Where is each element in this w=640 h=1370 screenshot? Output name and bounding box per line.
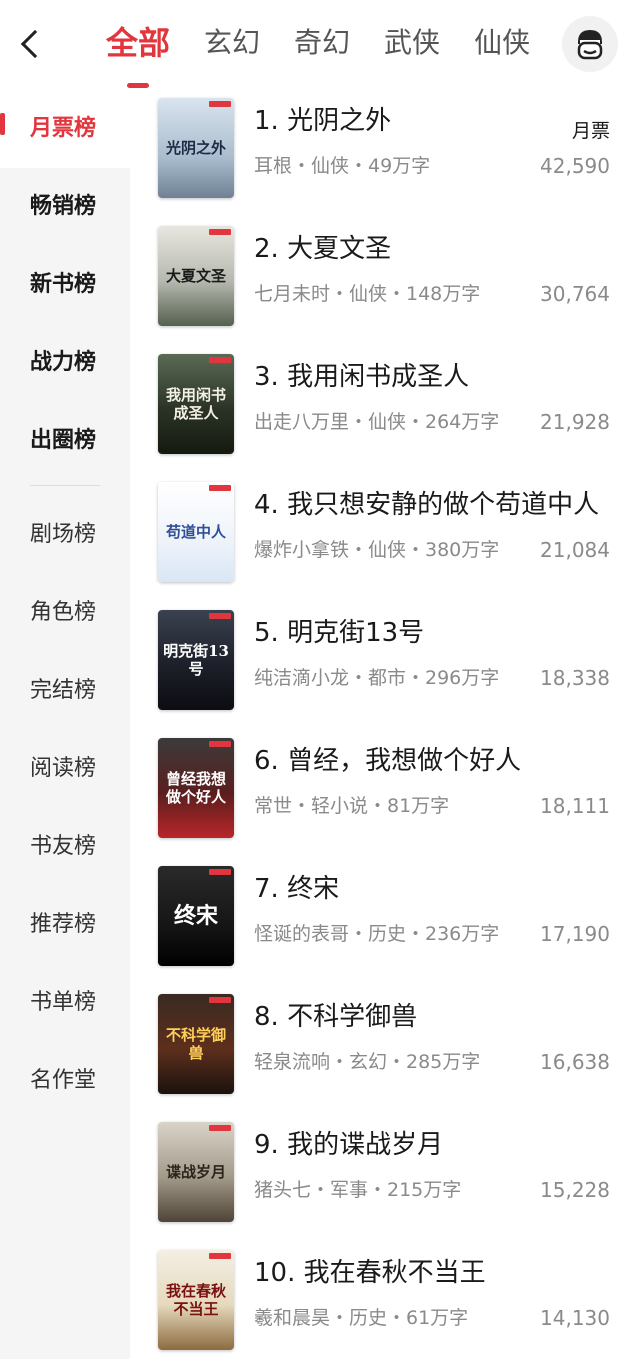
ticket-column-label: 月票 <box>571 120 610 142</box>
sidebar-item-power[interactable]: 战力榜 <box>0 324 130 402</box>
ticket-count: 21,928 <box>540 410 610 434</box>
ranking-sidebar: 月票榜 畅销榜 新书榜 战力榜 出圈榜 剧场榜 角色榜 完结榜 阅读榜 书友榜 … <box>0 90 130 1359</box>
book-row[interactable]: 我在春秋不当王 10. 我在春秋不当王 羲和晨昊・历史・61万字 14,130 <box>130 1242 640 1370</box>
book-title: 8. 不科学御兽 <box>254 1002 418 1032</box>
tab-wuxia[interactable]: 武侠 <box>384 18 440 78</box>
sidebar-item-breakout[interactable]: 出圈榜 <box>0 402 130 480</box>
cartoon-face-icon <box>577 30 603 60</box>
book-cover: 苟道中人 <box>158 482 234 582</box>
book-title: 7. 终宋 <box>254 874 340 904</box>
sidebar-divider <box>30 485 100 486</box>
book-row[interactable]: 苟道中人 4. 我只想安静的做个苟道中人 爆炸小拿铁・仙侠・380万字 21,0… <box>130 474 640 602</box>
book-meta: 耳根・仙侠・49万字 <box>254 155 431 177</box>
ticket-count: 17,190 <box>540 922 610 946</box>
sidebar-item-theater[interactable]: 剧场榜 <box>0 496 130 574</box>
back-icon[interactable] <box>14 24 50 64</box>
ticket-count: 30,764 <box>540 282 610 306</box>
book-title: 2. 大夏文圣 <box>254 234 392 264</box>
book-meta: 常世・轻小说・81万字 <box>254 795 450 817</box>
sidebar-item-reading[interactable]: 阅读榜 <box>0 730 130 808</box>
ticket-count: 21,084 <box>540 538 610 562</box>
user-avatar-icon[interactable] <box>562 16 618 72</box>
sidebar-item-book-friends[interactable]: 书友榜 <box>0 808 130 886</box>
top-navigation-bar: 全部 玄幻 奇幻 武侠 仙侠 <box>0 0 640 90</box>
book-meta: 轻泉流响・玄幻・285万字 <box>254 1051 481 1073</box>
category-tabs: 全部 玄幻 奇幻 武侠 仙侠 <box>100 18 564 88</box>
book-ranking-list: 光阴之外 1. 光阴之外 月票 耳根・仙侠・49万字 42,590 大夏文圣 2… <box>130 90 640 1359</box>
book-cover: 光阴之外 <box>158 98 234 198</box>
book-cover: 曾经我想做个好人 <box>158 738 234 838</box>
sidebar-item-completed[interactable]: 完结榜 <box>0 652 130 730</box>
book-title: 10. 我在春秋不当王 <box>254 1258 486 1288</box>
book-meta: 羲和晨昊・历史・61万字 <box>254 1307 469 1329</box>
book-title: 9. 我的谍战岁月 <box>254 1130 444 1160</box>
book-cover: 不科学御兽 <box>158 994 234 1094</box>
tab-xuanhuan[interactable]: 玄幻 <box>204 18 260 78</box>
book-cover: 大夏文圣 <box>158 226 234 326</box>
sidebar-item-characters[interactable]: 角色榜 <box>0 574 130 652</box>
book-row[interactable]: 终宋 7. 终宋 怪诞的表哥・历史・236万字 17,190 <box>130 858 640 986</box>
book-title: 1. 光阴之外 <box>254 106 392 136</box>
book-meta: 纯洁滴小龙・都市・296万字 <box>254 667 500 689</box>
sidebar-item-hall-of-fame[interactable]: 名作堂 <box>0 1042 130 1120</box>
book-row[interactable]: 明克街13号 5. 明克街13号 纯洁滴小龙・都市・296万字 18,338 <box>130 602 640 730</box>
book-meta: 出走八万里・仙侠・264万字 <box>254 411 500 433</box>
book-row[interactable]: 光阴之外 1. 光阴之外 月票 耳根・仙侠・49万字 42,590 <box>130 90 640 218</box>
book-meta: 怪诞的表哥・历史・236万字 <box>254 923 500 945</box>
book-title: 4. 我只想安静的做个苟道中人 <box>254 490 600 520</box>
book-cover: 我在春秋不当王 <box>158 1250 234 1350</box>
sidebar-item-booklist[interactable]: 书单榜 <box>0 964 130 1042</box>
book-meta: 猪头七・军事・215万字 <box>254 1179 462 1201</box>
ticket-count: 18,338 <box>540 666 610 690</box>
book-meta: 七月未时・仙侠・148万字 <box>254 283 481 305</box>
tab-xianxia[interactable]: 仙侠 <box>474 18 530 78</box>
book-cover: 终宋 <box>158 866 234 966</box>
sidebar-item-new-books[interactable]: 新书榜 <box>0 246 130 324</box>
book-title: 6. 曾经，我想做个好人 <box>254 746 522 776</box>
ticket-count: 18,111 <box>540 794 610 818</box>
sidebar-item-bestseller[interactable]: 畅销榜 <box>0 168 130 246</box>
book-row[interactable]: 谍战岁月 9. 我的谍战岁月 猪头七・军事・215万字 15,228 <box>130 1114 640 1242</box>
ticket-count: 14,130 <box>540 1306 610 1330</box>
ticket-count: 42,590 <box>540 154 610 178</box>
sidebar-item-monthly-ticket[interactable]: 月票榜 <box>0 90 130 168</box>
book-row[interactable]: 不科学御兽 8. 不科学御兽 轻泉流响・玄幻・285万字 16,638 <box>130 986 640 1114</box>
ticket-count: 16,638 <box>540 1050 610 1074</box>
book-title: 5. 明克街13号 <box>254 618 425 648</box>
book-title: 3. 我用闲书成圣人 <box>254 362 470 392</box>
book-row[interactable]: 曾经我想做个好人 6. 曾经，我想做个好人 常世・轻小说・81万字 18,111 <box>130 730 640 858</box>
sidebar-item-recommend[interactable]: 推荐榜 <box>0 886 130 964</box>
ticket-count: 15,228 <box>540 1178 610 1202</box>
book-cover: 谍战岁月 <box>158 1122 234 1222</box>
tab-qihuan[interactable]: 奇幻 <box>294 18 350 78</box>
book-row[interactable]: 我用闲书成圣人 3. 我用闲书成圣人 出走八万里・仙侠・264万字 21,928 <box>130 346 640 474</box>
book-meta: 爆炸小拿铁・仙侠・380万字 <box>254 539 500 561</box>
book-cover: 我用闲书成圣人 <box>158 354 234 454</box>
tab-all[interactable]: 全部 <box>106 18 170 88</box>
book-cover: 明克街13号 <box>158 610 234 710</box>
book-row[interactable]: 大夏文圣 2. 大夏文圣 七月未时・仙侠・148万字 30,764 <box>130 218 640 346</box>
